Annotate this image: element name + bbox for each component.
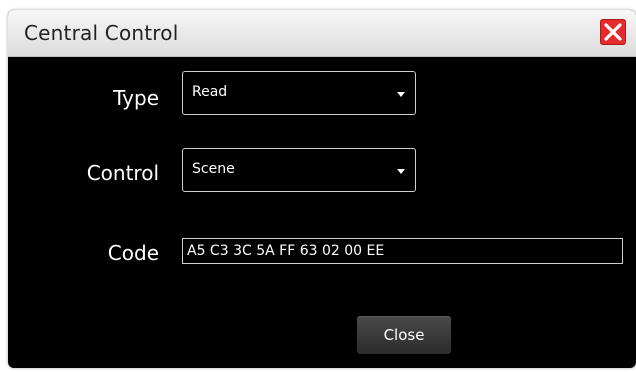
chevron-down-icon xyxy=(397,92,405,97)
type-select[interactable]: Read xyxy=(182,71,416,115)
type-select-value: Read xyxy=(192,84,228,100)
close-x-icon[interactable] xyxy=(600,19,626,45)
close-button[interactable]: Close xyxy=(357,316,451,354)
chevron-down-icon xyxy=(397,169,405,174)
central-control-dialog: Central Control Type Read Control Scene … xyxy=(8,10,636,368)
code-field[interactable]: A5 C3 3C 5A FF 63 02 00 EE xyxy=(182,238,623,264)
control-select-value: Scene xyxy=(192,161,235,177)
control-select[interactable]: Scene xyxy=(182,148,416,192)
control-label: Control xyxy=(86,161,159,185)
code-label: Code xyxy=(107,241,159,265)
type-label: Type xyxy=(113,86,159,110)
title-bar[interactable]: Central Control xyxy=(8,10,636,57)
window-title: Central Control xyxy=(24,21,179,45)
code-value: A5 C3 3C 5A FF 63 02 00 EE xyxy=(187,243,385,259)
